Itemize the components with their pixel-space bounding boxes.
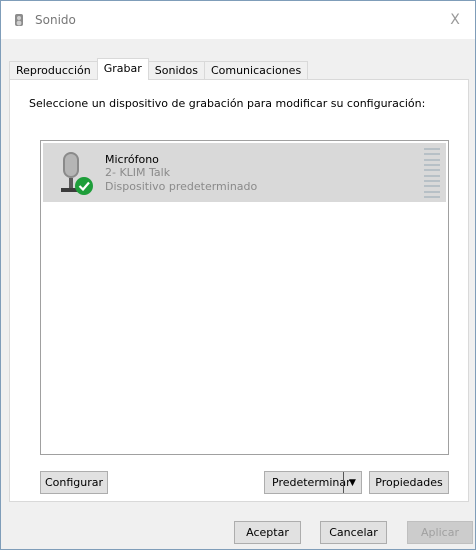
instruction-text: Seleccione un dispositivo de grabación p…: [29, 97, 426, 110]
window-title: Sonido: [35, 13, 76, 27]
set-default-label: Predeterminar: [272, 476, 351, 489]
device-item-microphone[interactable]: Micrófono 2- KLIM Talk Dispositivo prede…: [43, 143, 446, 202]
close-icon: X: [450, 12, 460, 28]
chevron-down-icon[interactable]: ▼: [343, 472, 361, 493]
apply-button[interactable]: Aplicar: [407, 521, 473, 544]
configure-button[interactable]: Configurar: [40, 471, 108, 494]
close-button[interactable]: X: [435, 1, 475, 39]
tab-reproduccion[interactable]: Reproducción: [9, 61, 98, 80]
level-bar: [424, 174, 440, 177]
tab-bar: Reproducción Grabar Sonidos Comunicacion…: [9, 58, 309, 80]
title-bar: Sonido X: [1, 1, 475, 39]
ok-button[interactable]: Aceptar: [234, 521, 301, 544]
default-check-icon: [75, 177, 93, 195]
device-name: Micrófono: [105, 153, 159, 166]
level-bar: [424, 179, 440, 182]
speaker-icon: [15, 14, 23, 26]
device-status: Dispositivo predeterminado: [105, 180, 258, 193]
recording-device-list[interactable]: Micrófono 2- KLIM Talk Dispositivo prede…: [40, 140, 449, 455]
input-level-meter: [424, 148, 440, 198]
sound-dialog: Sonido X Reproducción Grabar Sonidos Com…: [0, 0, 476, 550]
device-detail: 2- KLIM Talk: [105, 166, 171, 179]
level-bar: [424, 169, 440, 172]
level-bar: [424, 148, 440, 150]
level-bar: [424, 185, 440, 188]
tab-comunicaciones[interactable]: Comunicaciones: [203, 61, 309, 80]
microphone-icon: [61, 152, 93, 195]
level-bar: [424, 195, 440, 198]
tab-sonidos[interactable]: Sonidos: [147, 61, 205, 80]
cancel-button[interactable]: Cancelar: [320, 521, 387, 544]
tab-grabar[interactable]: Grabar: [96, 58, 149, 80]
level-bar: [424, 153, 440, 156]
level-bar: [424, 158, 440, 161]
level-bar: [424, 190, 440, 193]
set-default-split-button[interactable]: Predeterminar ▼: [264, 471, 362, 494]
level-bar: [424, 163, 440, 166]
properties-button[interactable]: Propiedades: [369, 471, 449, 494]
